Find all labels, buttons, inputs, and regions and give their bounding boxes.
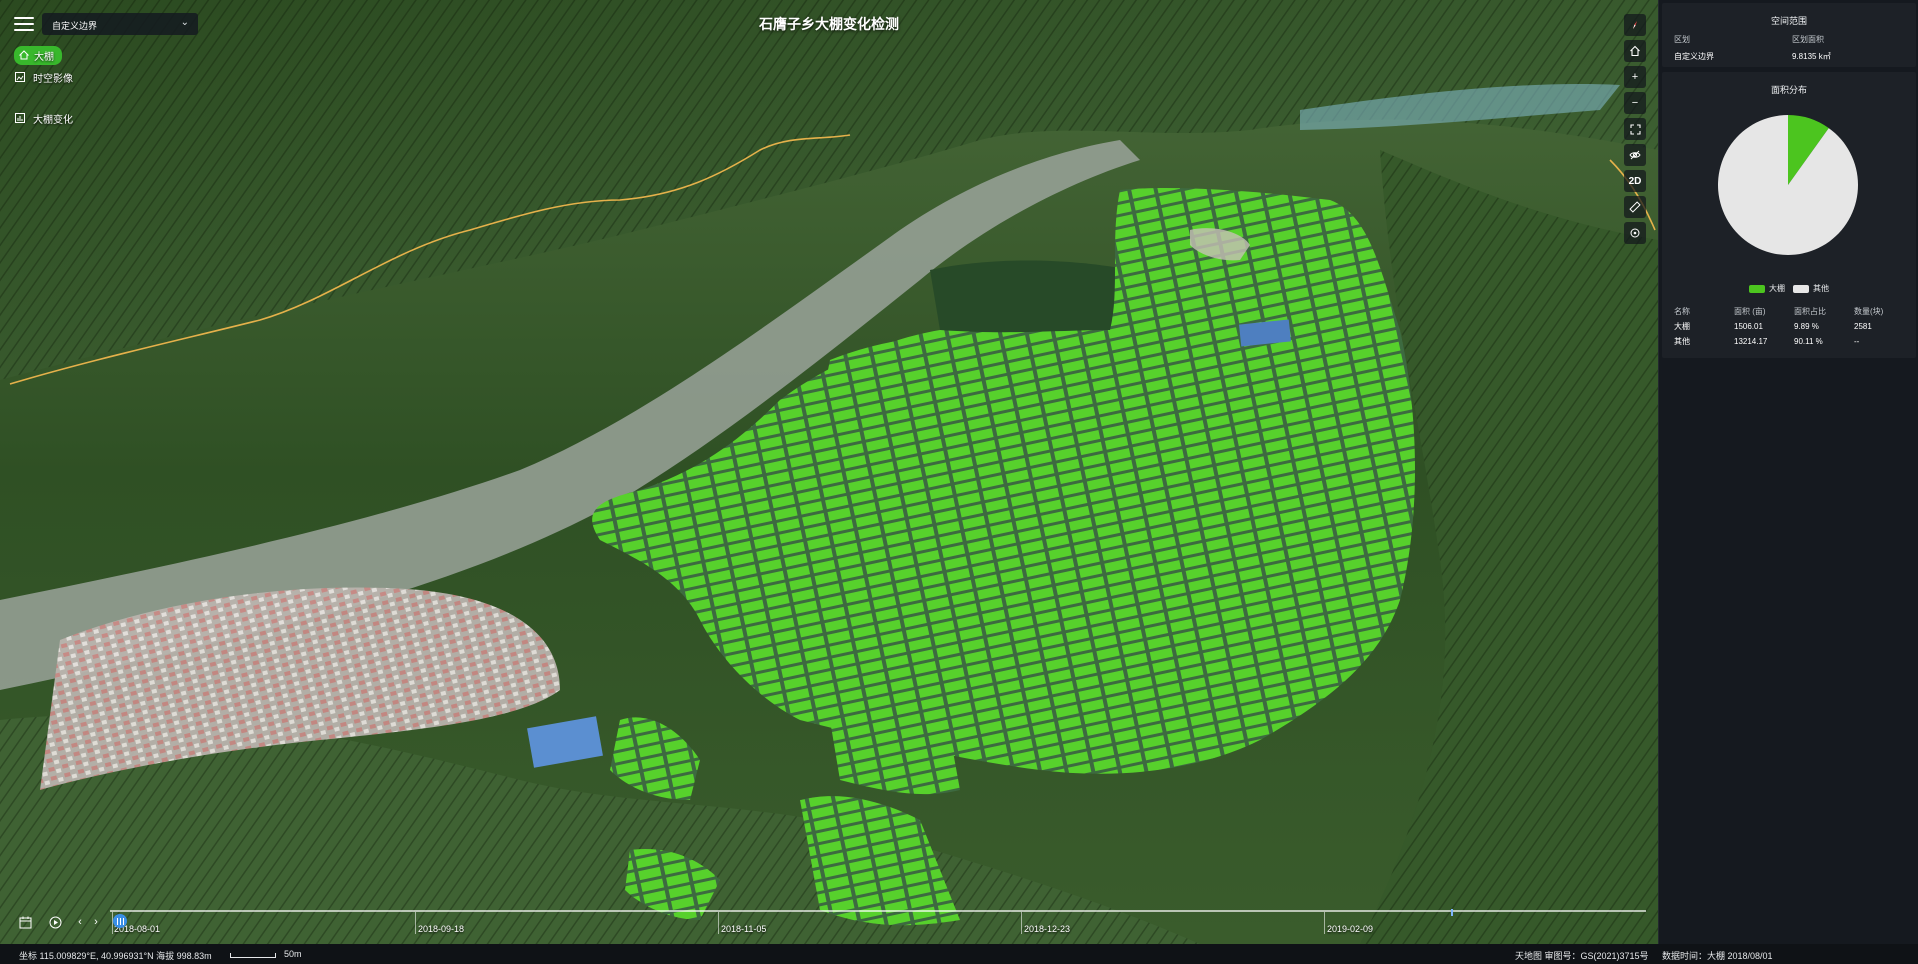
fullscreen-icon — [1629, 123, 1641, 135]
legend-item-greenhouse[interactable]: 大棚 — [1749, 283, 1785, 294]
table-cell: 1506.01 — [1734, 322, 1763, 331]
data-time: 数据时间：大棚 2018/08/01 — [1662, 951, 1773, 961]
chevron-left-icon: ‹ — [78, 916, 82, 928]
table-cell: 9.89 % — [1794, 322, 1819, 331]
map-credit: 天地图 审图号：GS(2021)3715号 — [1515, 951, 1649, 961]
area-pie-chart — [1718, 115, 1858, 255]
timeline-tick — [1324, 912, 1325, 934]
play-button[interactable] — [44, 911, 66, 933]
image-icon — [14, 71, 26, 83]
prev-button[interactable]: ‹ — [74, 911, 86, 933]
ruler-icon — [1629, 201, 1641, 213]
legend-item-other[interactable]: 其他 — [1793, 283, 1829, 294]
menu-icon — [14, 17, 34, 19]
compass-button[interactable] — [1624, 14, 1646, 36]
legend-swatch — [1793, 284, 1809, 293]
scale-label: 50m — [284, 949, 302, 959]
area-distribution-card: 面积分布 大棚 其他 名称 面积 (亩) 面积占比 数量(块) 大棚 1506.… — [1662, 72, 1916, 358]
table-row: 其他 13214.17 90.11 % -- — [1674, 334, 1910, 349]
timeline-current-marker — [1451, 909, 1453, 916]
chart-legend: 大棚 其他 — [1662, 283, 1916, 294]
legend-swatch — [1749, 284, 1765, 293]
table-cell: 其他 — [1674, 337, 1690, 346]
info-panel: 空间范围 区划 区划面积 自定义边界 9.8135 k㎡ 面积分布 大棚 其他 … — [1658, 0, 1918, 944]
chevron-right-icon: › — [94, 916, 98, 928]
table-header: 面积占比 — [1794, 307, 1826, 316]
table-header: 名称 — [1674, 307, 1690, 316]
table-cell: 13214.17 — [1734, 337, 1768, 346]
zoom-out-button[interactable]: − — [1624, 92, 1646, 114]
layer-label: 时空影像 — [33, 73, 73, 85]
satellite-terrain — [0, 0, 1658, 944]
next-button[interactable]: › — [90, 911, 102, 933]
hide-layer-button[interactable] — [1624, 144, 1646, 166]
boundary-select[interactable]: 自定义边界 ⌄ — [42, 13, 198, 35]
play-icon — [49, 916, 61, 928]
compass-icon — [1633, 21, 1637, 29]
timeline: ‹ › 2018-08-01 2018-09-18 2018-11-05 201… — [0, 903, 1658, 944]
home-icon — [18, 49, 30, 61]
region-area-header: 区划面积 — [1792, 35, 1824, 44]
menu-button[interactable] — [14, 14, 34, 32]
calendar-button[interactable] — [14, 911, 36, 933]
calendar-icon — [19, 916, 31, 928]
home-button[interactable] — [1624, 40, 1646, 62]
table-cell: 90.11 % — [1794, 337, 1823, 346]
timeline-label: 2018-12-23 — [1024, 924, 1071, 934]
chevron-down-icon: ⌄ — [180, 17, 189, 28]
timeline-label: 2018-09-18 — [418, 924, 465, 934]
fullscreen-button[interactable] — [1624, 118, 1646, 140]
card-title: 空间范围 — [1770, 16, 1807, 26]
layer-label: 大棚 — [34, 51, 54, 63]
table-cell: 大棚 — [1674, 322, 1690, 331]
timeline-label: 2019-02-09 — [1327, 924, 1374, 934]
scale-bar: 50m — [230, 949, 302, 959]
timeline-tick — [718, 912, 719, 934]
space-range-card: 空间范围 区划 区划面积 自定义边界 9.8135 k㎡ — [1662, 3, 1916, 67]
timeline-track[interactable] — [110, 910, 1646, 912]
boundary-select-value: 自定义边界 — [52, 21, 98, 31]
timeline-tick — [1021, 912, 1022, 934]
region-value: 自定义边界 — [1674, 52, 1714, 61]
eye-off-icon — [1629, 150, 1641, 160]
layer-item-greenhouse[interactable]: 大棚 — [14, 45, 73, 65]
zoom-in-button[interactable]: + — [1624, 66, 1646, 88]
legend-label: 大棚 — [1769, 284, 1785, 293]
map-toolbar: + − 2D — [1624, 14, 1646, 248]
table-cell: 2581 — [1854, 322, 1872, 331]
table-cell: -- — [1854, 337, 1860, 346]
view-mode-toggle[interactable]: 2D — [1624, 170, 1646, 192]
locate-button[interactable] — [1624, 222, 1646, 244]
home-icon — [1630, 45, 1640, 57]
layer-list: 大棚 时空影像 大棚变化 — [14, 45, 73, 130]
locate-icon — [1630, 228, 1640, 238]
layer-item-change[interactable]: 大棚变化 — [14, 108, 73, 128]
pie-slice-other[interactable] — [1718, 115, 1858, 255]
chart-icon — [14, 112, 26, 124]
measure-button[interactable] — [1624, 196, 1646, 218]
status-bar: 坐标 115.009829°E, 40.996931°N 海拔 998.83m … — [0, 944, 1918, 964]
table-row: 大棚 1506.01 9.89 % 2581 — [1674, 319, 1910, 334]
layer-label: 大棚变化 — [33, 114, 73, 126]
coordinate-readout: 坐标 115.009829°E, 40.996931°N 海拔 998.83m — [19, 951, 212, 961]
table-header-row: 名称 面积 (亩) 面积占比 数量(块) — [1674, 304, 1910, 319]
table-header: 面积 (亩) — [1734, 307, 1766, 316]
timeline-handle[interactable] — [113, 914, 127, 928]
timeline-label: 2018-11-05 — [721, 924, 767, 934]
region-area-value: 9.8135 k㎡ — [1792, 52, 1831, 61]
map-viewport[interactable]: 石膺子乡大棚变化检测 自定义边界 ⌄ 大棚 时空影像 大棚变化 + − 2D ‹… — [0, 0, 1658, 944]
region-header: 区划 — [1674, 35, 1690, 44]
card-title: 面积分布 — [1770, 85, 1807, 95]
scale-bar-graphic — [230, 952, 276, 958]
table-header: 数量(块) — [1854, 307, 1884, 316]
area-table: 名称 面积 (亩) 面积占比 数量(块) 大棚 1506.01 9.89 % 2… — [1674, 304, 1910, 349]
layer-item-imagery[interactable]: 时空影像 — [14, 67, 73, 87]
legend-label: 其他 — [1813, 284, 1829, 293]
timeline-tick — [415, 912, 416, 934]
